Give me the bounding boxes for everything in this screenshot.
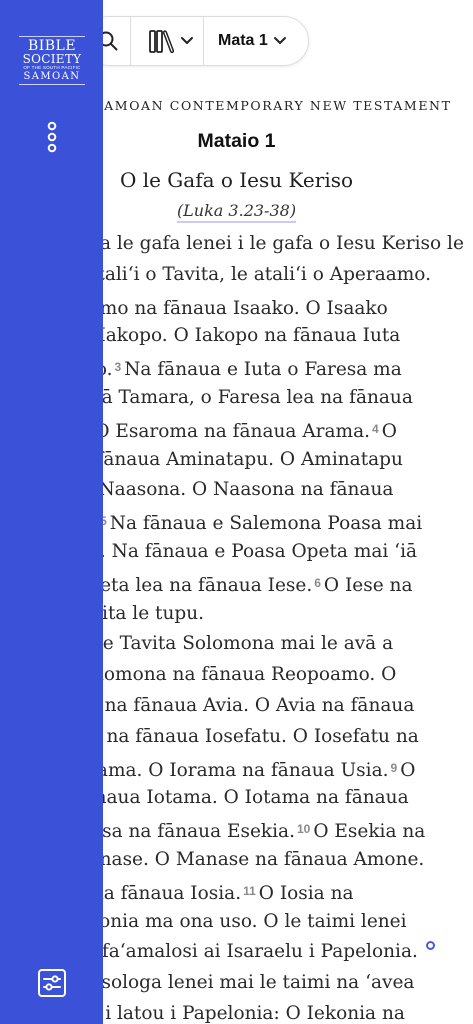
verse-number: 4 <box>372 421 379 436</box>
verse-text: O Esekia na <box>313 821 426 843</box>
version-picker-button[interactable] <box>131 17 203 65</box>
chapter-label: Mata 1 <box>218 32 268 49</box>
verse-number: 3 <box>114 360 122 375</box>
verse-number: 9 <box>390 760 398 775</box>
logo-line: SAMOAN <box>19 71 85 85</box>
chevron-down-icon <box>181 37 193 44</box>
verse-text: Na fānaua e Salemona Poasa mai <box>109 513 423 535</box>
verse-number: 6 <box>314 575 321 590</box>
verse-text: Na fānaua e Iuta o Faresa ma <box>124 359 402 381</box>
settings-sliders-icon <box>38 969 66 997</box>
parallel-reference-text: (Luka 3.23-38) <box>176 201 297 223</box>
sidebar: BIBLE SOCIETY OF THE SOUTH PACIFIC SAMOA… <box>0 0 103 1024</box>
chevron-down-icon <box>273 37 286 44</box>
more-options-button[interactable] <box>38 118 66 156</box>
verse-number: 10 <box>296 822 311 837</box>
bible-society-logo[interactable]: BIBLE SOCIETY OF THE SOUTH PACIFIC SAMOA… <box>19 36 85 90</box>
settings-button[interactable] <box>33 964 71 1002</box>
verse-text: O Iosia na <box>258 882 354 904</box>
verse-text: O <box>381 420 397 442</box>
verse-text: O Iese na <box>323 574 413 596</box>
more-vertical-icon <box>47 121 57 153</box>
chapter-picker-button[interactable]: Mata 1 <box>204 17 287 65</box>
logo-line: BIBLE <box>19 36 85 53</box>
verse-text: O <box>400 759 416 781</box>
footnote-marker-icon[interactable] <box>425 941 435 951</box>
library-icon <box>149 30 175 54</box>
reader-toolbar: Mata 1 <box>84 16 309 66</box>
logo-line: SOCIETY <box>22 52 82 66</box>
verse-number: 11 <box>243 883 256 898</box>
